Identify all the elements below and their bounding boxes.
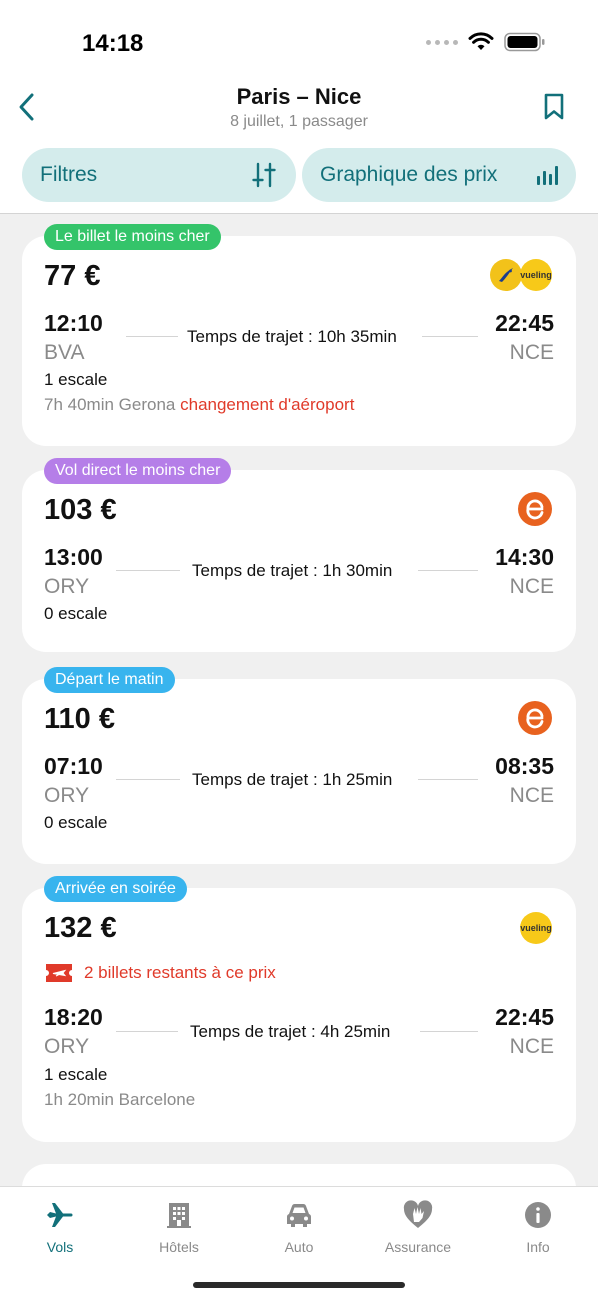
- route-line: [422, 336, 478, 337]
- flight-tag: Le billet le moins cher: [44, 224, 221, 250]
- bookmark-icon: [544, 93, 564, 120]
- route-line: [116, 779, 180, 780]
- departure-time: 07:10: [44, 753, 103, 779]
- flight-tag: Départ le matin: [44, 667, 175, 693]
- tab-assurance[interactable]: Assurance: [358, 1197, 478, 1255]
- car-icon: [286, 1203, 312, 1227]
- easyjet-e-icon: [526, 708, 544, 729]
- easyjet-logo: [518, 701, 552, 735]
- sliders-icon: [252, 162, 276, 188]
- page-subtitle: 8 juillet, 1 passager: [230, 113, 368, 130]
- departure-time: 18:20: [44, 1004, 103, 1030]
- tab-label: Hôtels: [159, 1239, 199, 1255]
- departure-time: 13:00: [44, 544, 103, 570]
- flight-card[interactable]: 132 € vueling 2 billets restants à ce pr…: [22, 888, 576, 1142]
- flight-tag: Vol direct le moins cher: [44, 458, 232, 484]
- tab-vols[interactable]: Vols: [0, 1197, 120, 1255]
- arrival-time: 22:45: [495, 1004, 554, 1030]
- route-line: [420, 1031, 478, 1032]
- travel-duration: Temps de trajet : 1h 30min: [192, 561, 393, 580]
- stops-count: 1 escale: [44, 1065, 108, 1084]
- route-line: [116, 1031, 178, 1032]
- route-line: [418, 779, 478, 780]
- battery-icon: [504, 32, 545, 52]
- tab-label: Vols: [46, 1239, 74, 1255]
- route-line: [116, 570, 180, 571]
- airport-change-warning: changement d'aéroport: [180, 395, 355, 414]
- vueling-logo: vueling: [520, 912, 552, 944]
- stopover-info: 7h 40min Gerona: [44, 395, 176, 414]
- departure-airport: BVA: [44, 341, 85, 364]
- flight-price: 77 €: [44, 260, 101, 292]
- bookmark-button[interactable]: [542, 92, 566, 122]
- tab-label: Assurance: [384, 1239, 452, 1255]
- easyjet-logo: [518, 492, 552, 526]
- filters-button[interactable]: Filtres: [22, 148, 296, 202]
- flight-card[interactable]: 103 € 13:00 14:30 Temps de trajet : 1h 3…: [22, 470, 576, 652]
- route-line: [418, 570, 478, 571]
- tab-info[interactable]: Info: [478, 1197, 598, 1255]
- tab-hotels[interactable]: Hôtels: [119, 1197, 239, 1255]
- arrival-airport: NCE: [509, 341, 554, 364]
- flight-price: 103 €: [44, 494, 117, 526]
- harp-icon: [499, 268, 513, 282]
- bar-chart-icon: [537, 166, 558, 185]
- results-list[interactable]: 77 € vueling 12:10 22:45 Temps de trajet…: [0, 214, 598, 1186]
- travel-duration: Temps de trajet : 4h 25min: [190, 1022, 391, 1041]
- arrival-airport: NCE: [509, 1035, 554, 1058]
- travel-duration: Temps de trajet : 10h 35min: [187, 327, 397, 346]
- heart-hand-icon: [403, 1200, 433, 1228]
- stops-count: 1 escale: [44, 370, 108, 389]
- price-chart-label: Graphique des prix: [320, 163, 498, 186]
- plane-icon: [47, 1203, 73, 1227]
- filters-label: Filtres: [40, 163, 98, 186]
- stops-count: 0 escale: [44, 604, 108, 623]
- flight-card[interactable]: 77 € vueling 12:10 22:45 Temps de trajet…: [22, 236, 576, 446]
- seats-left-alert: 2 billets restants à ce prix: [44, 962, 276, 984]
- page-title: Paris – Nice: [236, 84, 362, 109]
- price-chart-button[interactable]: Graphique des prix: [302, 148, 576, 202]
- departure-airport: ORY: [44, 1035, 90, 1058]
- vueling-logo-text: vueling: [520, 270, 552, 280]
- stops-count: 0 escale: [44, 813, 108, 832]
- header: Paris – Nice 8 juillet, 1 passager: [0, 78, 598, 148]
- departure-airport: ORY: [44, 784, 90, 807]
- status-bar: 14:18: [0, 0, 598, 88]
- tab-auto[interactable]: Auto: [239, 1197, 359, 1255]
- arrival-time: 08:35: [495, 753, 554, 779]
- departure-time: 12:10: [44, 310, 103, 336]
- info-icon: [525, 1202, 551, 1228]
- arrival-airport: NCE: [509, 575, 554, 598]
- signal-dots-icon: [426, 39, 458, 45]
- status-time: 14:18: [82, 30, 144, 57]
- ticket-icon: [46, 964, 72, 982]
- flight-tag: Arrivée en soirée: [44, 876, 187, 902]
- easyjet-e-icon: [526, 499, 544, 520]
- arrival-time: 22:45: [495, 310, 554, 336]
- status-icons: [426, 32, 546, 52]
- flight-card[interactable]: 110 € 07:10 08:35 Temps de trajet : 1h 2…: [22, 679, 576, 864]
- vueling-logo: vueling: [520, 259, 552, 291]
- ryanair-logo: [490, 259, 522, 291]
- arrival-time: 14:30: [495, 544, 554, 570]
- arrival-airport: NCE: [509, 784, 554, 807]
- seats-left-text: 2 billets restants à ce prix: [84, 963, 276, 982]
- wifi-icon: [468, 32, 494, 50]
- stopover-detail: 1h 20min Barcelone: [44, 1090, 196, 1109]
- home-indicator[interactable]: [193, 1282, 405, 1288]
- vueling-logo-text: vueling: [520, 923, 552, 933]
- travel-duration: Temps de trajet : 1h 25min: [192, 770, 393, 789]
- departure-airport: ORY: [44, 575, 90, 598]
- flight-price: 110 €: [44, 703, 115, 735]
- flight-price: 132 €: [44, 912, 117, 944]
- building-icon: [167, 1203, 191, 1228]
- tab-label: Auto: [284, 1239, 314, 1255]
- stopover-detail: 7h 40min Gerona changement d'aéroport: [44, 395, 354, 415]
- tab-label: Info: [526, 1239, 550, 1255]
- flight-card[interactable]: [22, 1164, 576, 1186]
- route-line: [126, 336, 178, 337]
